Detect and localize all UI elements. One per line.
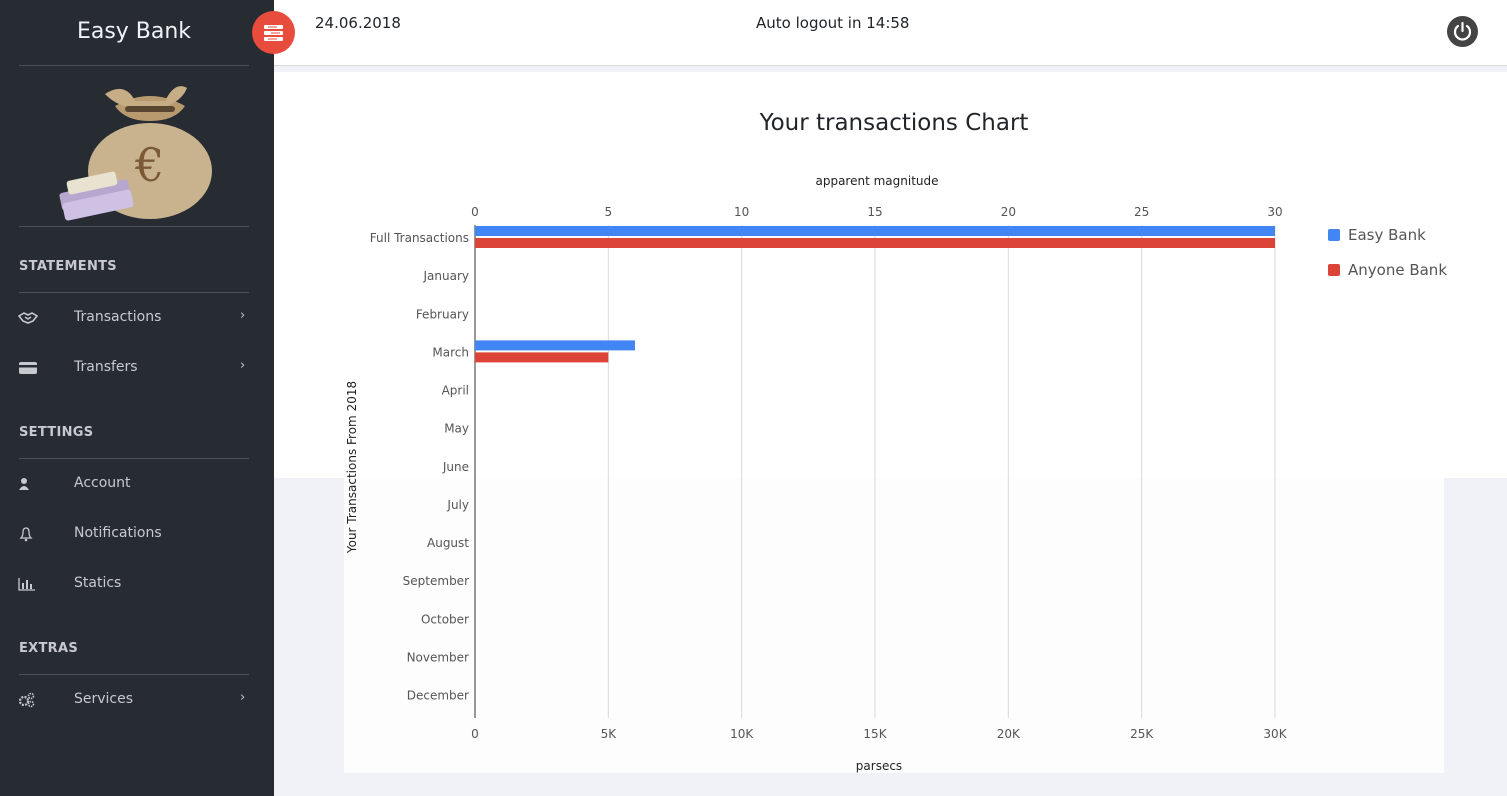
menu-icon: [264, 25, 283, 41]
top-tick-label: 10: [734, 205, 749, 219]
category-label: March: [432, 345, 469, 359]
category-label: February: [416, 307, 469, 321]
top-tick-label: 5: [605, 205, 613, 219]
bottom-tick-label: 30K: [1263, 727, 1287, 741]
category-label: August: [427, 536, 469, 550]
category-label: September: [403, 574, 469, 588]
category-label: Full Transactions: [370, 231, 469, 245]
top-tick-label: 15: [867, 205, 882, 219]
category-label: November: [407, 650, 469, 664]
bottom-tick-label: 25K: [1130, 727, 1154, 741]
category-label: December: [407, 689, 469, 703]
category-label: January: [423, 269, 470, 283]
category-label: October: [421, 612, 469, 626]
legend-label: Anyone Bank: [1348, 261, 1448, 279]
category-label: June: [442, 460, 469, 474]
bottom-tick-label: 10K: [730, 727, 754, 741]
bottom-tick-label: 20K: [997, 727, 1021, 741]
legend-swatch: [1328, 264, 1340, 276]
legend-swatch: [1328, 229, 1340, 241]
bottom-tick-label: 5K: [601, 727, 618, 741]
top-tick-label: 20: [1001, 205, 1016, 219]
category-label: July: [446, 498, 469, 512]
y-axis-title: Your Transactions From 2018: [345, 381, 359, 554]
bar-easy-bank: [475, 340, 635, 351]
bottom-tick-label: 15K: [863, 727, 887, 741]
bar-anyone-bank: [475, 352, 609, 363]
top-tick-label: 30: [1267, 205, 1282, 219]
bar-anyone-bank: [475, 238, 1275, 248]
bar-easy-bank: [475, 226, 1275, 236]
category-label: May: [444, 422, 469, 436]
top-axis-title: apparent magnitude: [815, 174, 938, 188]
top-tick-label: 25: [1134, 205, 1149, 219]
category-label: April: [442, 384, 469, 398]
bottom-tick-label: 0: [471, 727, 479, 741]
top-tick-label: 0: [471, 205, 479, 219]
transactions-bar-chart: 0 0 5 5K 10 10K 15 15K 20 20K 25 25K 30 30K apparent m…: [345, 174, 1288, 773]
bottom-axis-title: parsecs: [856, 759, 902, 773]
legend-label: Easy Bank: [1348, 226, 1426, 244]
menu-toggle-button[interactable]: [252, 11, 295, 54]
